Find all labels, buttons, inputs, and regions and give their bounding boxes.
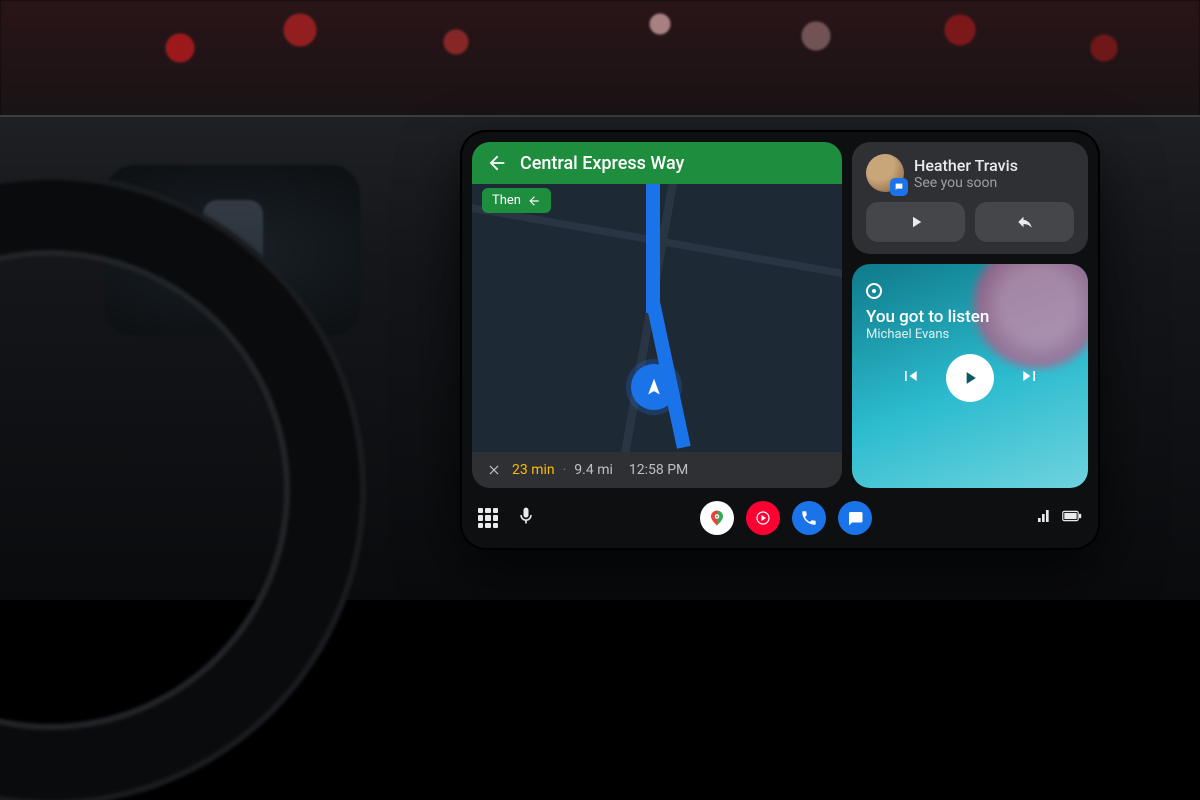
navigation-card[interactable]: Central Express Way Then 23 min · 9.4 mi… [472,142,842,488]
then-label: Then [492,193,521,208]
youtube-music-icon [754,509,772,527]
microphone-icon [516,506,536,526]
previous-track-button[interactable] [900,366,920,390]
music-card[interactable]: You got to listen Michael Evans [852,264,1088,488]
maps-icon [708,509,726,527]
app-dock [550,501,1022,535]
message-header: Heather Travis See you soon [866,154,1074,192]
direction-street: Central Express Way [520,153,684,174]
navigation-arrow-icon [644,377,664,397]
play-pause-button[interactable] [946,354,994,402]
status-icons [1036,508,1082,528]
separator-dot: · [563,462,567,478]
eta-bar: 23 min · 9.4 mi 12:58 PM [472,452,842,488]
cards-row: Central Express Way Then 23 min · 9.4 mi… [472,142,1088,488]
playback-controls [866,354,1074,402]
right-column: Heather Travis See you soon You got to l… [852,142,1088,488]
signal-icon [1036,508,1052,528]
message-preview: See you soon [914,175,1018,191]
next-track-button[interactable] [1020,366,1040,390]
play-message-button[interactable] [866,202,965,242]
track-artist: Michael Evans [866,327,1074,342]
voice-assistant-button[interactable] [516,506,536,530]
skip-previous-icon [900,366,920,386]
album-icon [866,283,882,299]
current-location-marker [631,364,677,410]
app-launcher-button[interactable] [478,508,498,528]
eta-duration: 23 min [512,462,555,478]
close-icon [487,463,501,477]
then-direction-pill[interactable]: Then [482,188,551,213]
messages-app-badge [890,178,908,196]
map-view[interactable]: Central Express Way Then [472,142,842,452]
bottom-bar-left [478,506,536,530]
maps-app-button[interactable] [700,501,734,535]
avatar-wrap [866,154,904,192]
battery-icon [1062,510,1082,526]
track-title: You got to listen [866,307,1074,327]
eta-distance: 9.4 mi [574,462,613,478]
eta-arrival-time: 12:58 PM [629,462,688,478]
turn-left-icon [486,152,508,174]
chat-icon [894,182,904,192]
turn-left-icon [527,194,541,208]
bottom-bar [472,498,1088,538]
phone-icon [800,509,818,527]
phone-app-button[interactable] [792,501,826,535]
direction-banner[interactable]: Central Express Way [472,142,842,184]
close-navigation-button[interactable] [484,460,504,480]
youtube-music-app-button[interactable] [746,501,780,535]
android-auto-screen: Central Express Way Then 23 min · 9.4 mi… [460,130,1100,550]
play-icon [960,368,980,388]
sender-name: Heather Travis [914,156,1018,175]
skip-next-icon [1020,366,1040,386]
messages-icon [846,509,864,527]
play-icon [907,213,925,231]
reply-icon [1016,213,1034,231]
message-actions [866,202,1074,242]
message-card[interactable]: Heather Travis See you soon [852,142,1088,254]
messages-app-button[interactable] [838,501,872,535]
reply-button[interactable] [975,202,1074,242]
